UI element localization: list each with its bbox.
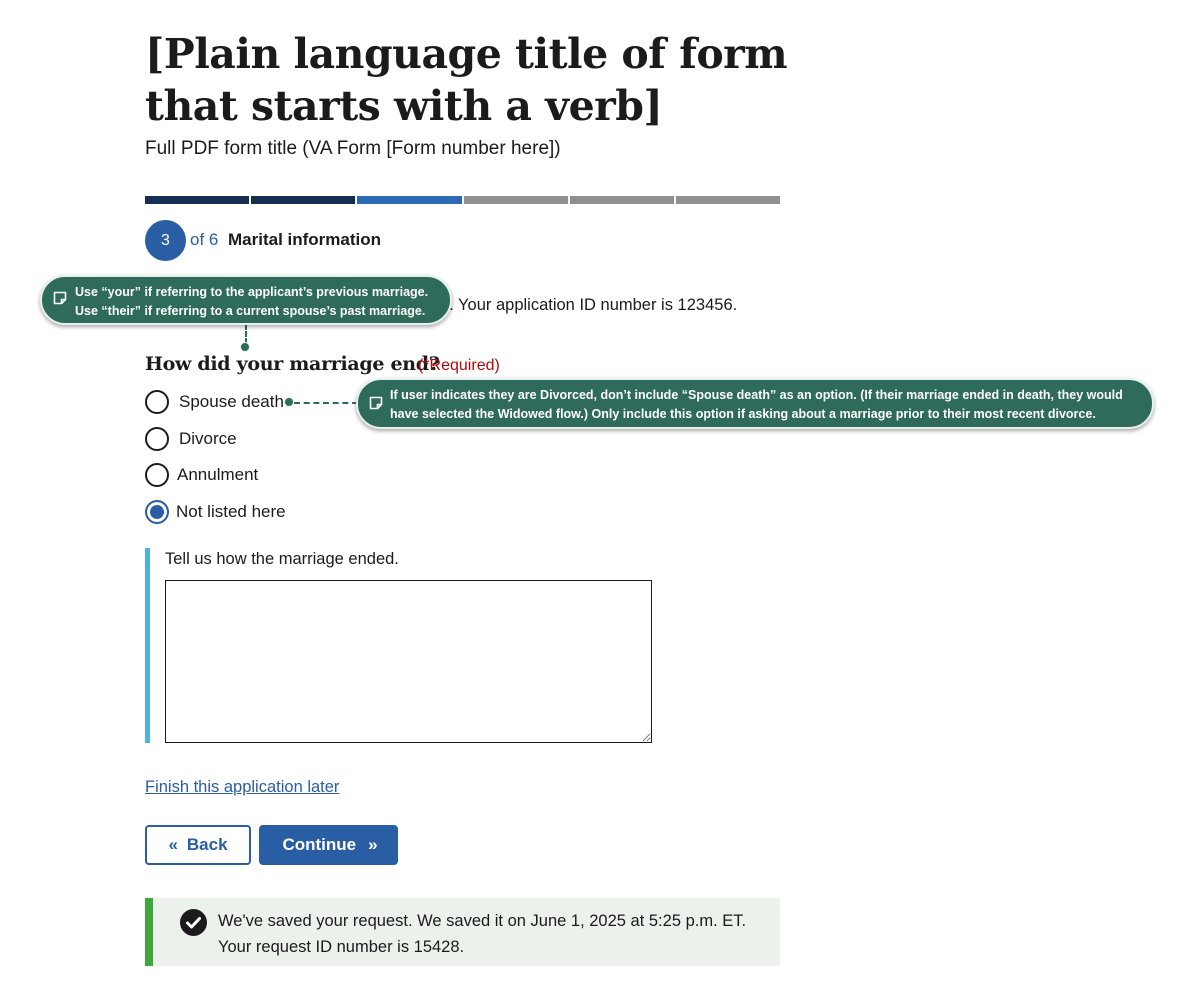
note-icon [369, 396, 383, 410]
progress-segment-2 [251, 196, 356, 204]
progress-segment-5 [569, 196, 674, 204]
note-icon [53, 291, 67, 305]
progress-segment-3 [357, 196, 462, 204]
annotation-text-line-2: Use “their” if referring to a current sp… [75, 304, 426, 318]
radio-button[interactable] [145, 427, 169, 451]
question-legend: How did your marriage end? [145, 353, 440, 375]
back-button-label: Back [186, 835, 228, 854]
required-indicator: (*Required) [418, 357, 500, 374]
continue-button-label: Continue [282, 835, 357, 854]
annotation-connector [245, 324, 247, 344]
progress-bar [145, 196, 781, 204]
annotation-anchor-dot [284, 397, 294, 407]
alert-message: We've saved your request. We saved it on… [218, 908, 746, 960]
radio-button[interactable] [145, 463, 169, 487]
page-title: [Plain language title of form that start… [145, 30, 788, 130]
annotation-text-line-1: Use “your” if referring to the applicant… [75, 285, 429, 299]
radio-label: Spouse death [179, 392, 284, 411]
annotation-text-line-1: If user indicates they are Divorced, don… [390, 388, 1123, 402]
radio-button[interactable] [145, 390, 169, 414]
alert-line-2: Your request ID number is 15428. [218, 938, 465, 956]
radio-option-spouse-death[interactable]: Spouse death [145, 390, 284, 414]
application-id-text: e. Your application ID number is 123456. [440, 296, 738, 314]
design-annotation-pronoun: Use “your” if referring to the applicant… [40, 275, 452, 325]
radio-option-divorce[interactable]: Divorce [145, 427, 237, 451]
check-circle-icon [180, 909, 207, 936]
double-chevron-left-icon: « [168, 835, 178, 854]
progress-segment-1 [145, 196, 250, 204]
step-number-badge: 3 [145, 220, 186, 261]
double-chevron-right-icon: » [368, 835, 378, 854]
step-of-total: of 6 [190, 230, 219, 249]
radio-option-annulment[interactable]: Annulment [145, 463, 258, 487]
progress-segment-6 [675, 196, 781, 204]
back-button[interactable]: « Back [145, 825, 251, 865]
progress-segment-4 [463, 196, 568, 204]
annotation-text-line-2: have selected the Widowed flow.) Only in… [390, 407, 1096, 421]
annotation-connector [294, 402, 358, 404]
finish-later-link[interactable]: Finish this application later [145, 778, 339, 797]
followup-label: Tell us how the marriage ended. [165, 550, 399, 568]
radio-label: Not listed here [176, 502, 286, 521]
step-title: Marital information [228, 230, 382, 249]
design-annotation-spouse-death: If user indicates they are Divorced, don… [356, 378, 1154, 429]
annotation-anchor-dot [240, 342, 250, 352]
continue-button[interactable]: Continue » [259, 825, 398, 865]
alert-line-1: We've saved your request. We saved it on… [218, 912, 747, 930]
radio-label: Divorce [179, 429, 237, 448]
marriage-end-textarea[interactable] [165, 580, 652, 743]
radio-option-not-listed[interactable]: Not listed here [145, 500, 286, 524]
radio-button-selected[interactable] [145, 500, 169, 524]
form-subtitle: Full PDF form title (VA Form [Form numbe… [145, 138, 561, 159]
radio-label: Annulment [177, 465, 259, 484]
